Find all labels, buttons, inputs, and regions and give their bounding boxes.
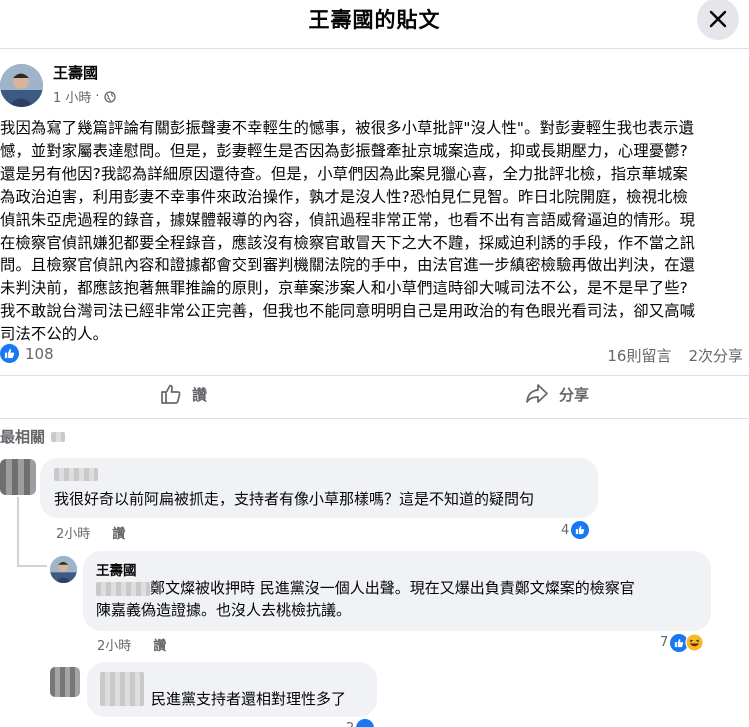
- like-button[interactable]: 讚: [160, 383, 207, 405]
- reply-author-avatar[interactable]: [50, 556, 77, 583]
- commenter-avatar-blurred[interactable]: [0, 459, 36, 495]
- dialog-header: 王壽國的貼文: [0, 0, 749, 40]
- post-text-line: 為政治迫害，利用彭妻不幸事件來政治操作，孰才是沒人性?恐怕見仁見智。昨日北院開庭…: [0, 187, 688, 206]
- comment-text: 鄭文燦被收押時 民進黨沒一個人出聲。現在又爆出負責鄭文燦案的檢察官: [96, 577, 635, 599]
- comment-reaction-count: 4: [561, 522, 570, 538]
- blurred-mention: [96, 581, 150, 596]
- post-text-line: 問。且檢察官偵訊內容和證據都會交到審判機關法院的手中，由法官進一步縝密檢驗再做出…: [0, 256, 696, 275]
- meta-dot: ·: [95, 89, 100, 104]
- post-text-line: 還是另有他因?我認為詳細原因還待查。但是，小草們因為此案見獵心喜，全力批評北檢，…: [0, 164, 688, 183]
- comments-count[interactable]: 16則留言: [607, 345, 671, 366]
- comment-bubble: 我很好奇以前阿扁被抓走，支持者有像小草那樣嗎？這是不知道的疑問句: [40, 458, 598, 518]
- sort-label: 最相關: [0, 428, 46, 446]
- comment-reaction-count: 7: [660, 635, 669, 650]
- dialog-title: 王壽國的貼文: [308, 8, 441, 32]
- share-label: 分享: [559, 385, 590, 404]
- close-icon: [709, 10, 727, 28]
- post-time[interactable]: 1 小時: [53, 87, 91, 106]
- comment-text: 民進黨支持者還相對理性多了: [151, 690, 347, 708]
- close-button[interactable]: [697, 0, 739, 40]
- like-reaction-icon: [356, 719, 375, 727]
- like-reaction-icon: [0, 344, 19, 363]
- comment-bubble: 民進黨支持者還相對理性多了: [87, 662, 377, 717]
- post-text-line: 偵訊朱亞虎過程的錄音，據媒體報導的內容，偵訊過程非常正常，也看不出有言語威脅逼迫…: [0, 210, 696, 229]
- reply-author-name[interactable]: 王壽國: [96, 559, 137, 579]
- thumbs-up-icon: [161, 384, 181, 404]
- post-text-line: 我不敢說台灣司法已經非常公正完善，但我也不能同意明明自己是用政治的有色眼光看司法…: [0, 302, 696, 321]
- comment-text-line: 鄭文燦被收押時 民進黨沒一個人出聲。現在又爆出負責鄭文燦案的檢察官: [150, 579, 635, 597]
- comment-reactions[interactable]: 7: [660, 633, 704, 652]
- shares-count[interactable]: 2次分享: [688, 345, 743, 366]
- post-text-line: 我因為寫了幾篇評論有關彭振聲妻不幸輕生的憾事，被很多小草批評"沒人性"。對彭妻輕…: [0, 119, 695, 137]
- commenter-name-blurred[interactable]: [100, 672, 144, 706]
- author-avatar[interactable]: [0, 64, 43, 107]
- comment-bubble: 王壽國 鄭文燦被收押時 民進黨沒一個人出聲。現在又爆出負責鄭文燦案的檢察官 陳嘉…: [83, 551, 711, 631]
- engagement-counts: 16則留言 2次分享: [607, 345, 743, 366]
- share-arrow-icon: [526, 384, 548, 403]
- like-label: 讚: [192, 385, 208, 404]
- reply-thread-line: [17, 497, 19, 567]
- comment-time[interactable]: 2小時: [56, 523, 90, 542]
- comment-reactions[interactable]: 2: [346, 719, 375, 727]
- comment-text: 我很好奇以前阿扁被抓走，支持者有像小草那樣嗎？這是不知道的疑問句: [54, 490, 535, 508]
- post-text-line: 在檢察官偵訊嫌犯都要全程錄音，應該沒有檢察官敢冒天下之大不韙，採威迫利誘的手段，…: [0, 233, 696, 252]
- header-divider: [0, 48, 749, 49]
- reaction-summary[interactable]: 108: [0, 344, 54, 363]
- comment-like-button[interactable]: 讚: [153, 635, 166, 654]
- laughing-emoji-icon: [685, 633, 704, 652]
- post-text-line: 司法不公的人。: [0, 325, 109, 344]
- commenter-name-blurred[interactable]: [54, 468, 98, 481]
- globe-icon: [103, 90, 116, 103]
- blurred-chevron: [51, 431, 66, 442]
- post-text-line: 憾，並對家屬表達慰問。但是，彭妻輕生是否因為彭振聲牽扯京城案造成，抑或長期壓力，…: [0, 141, 688, 160]
- author-name[interactable]: 王壽國: [53, 62, 98, 83]
- comment-text-line: 陳嘉義偽造證據。也沒人去桃檢抗議。: [96, 601, 352, 619]
- comment-meta: 2小時 讚: [56, 523, 125, 542]
- like-reaction-icon: [571, 521, 590, 539]
- actions-divider: [0, 375, 749, 376]
- comment-meta: 2小時 讚: [97, 635, 166, 654]
- reply-thread-line: [17, 565, 47, 567]
- post-body: 我因為寫了幾篇評論有關彭振聲妻不幸輕生的憾事，被很多小草批評"沒人性"。對彭妻輕…: [0, 117, 746, 346]
- comment-sort-dropdown[interactable]: 最相關: [0, 426, 66, 447]
- commenter-avatar-blurred[interactable]: [50, 667, 80, 697]
- reaction-count: 108: [25, 344, 54, 363]
- share-button[interactable]: 分享: [525, 383, 589, 405]
- comment-time[interactable]: 2小時: [97, 635, 131, 654]
- comment-reactions[interactable]: 4: [561, 521, 590, 539]
- comment-reaction-count: 2: [346, 721, 354, 727]
- post-text-line: 未判決前，都應該抱著無罪推論的原則，京華案涉案人和小草們這時卻大喊司法不公，是不…: [0, 279, 688, 298]
- actions-divider: [0, 418, 749, 419]
- comment-like-button[interactable]: 讚: [112, 523, 125, 542]
- post-meta: 1 小時 ·: [53, 87, 116, 106]
